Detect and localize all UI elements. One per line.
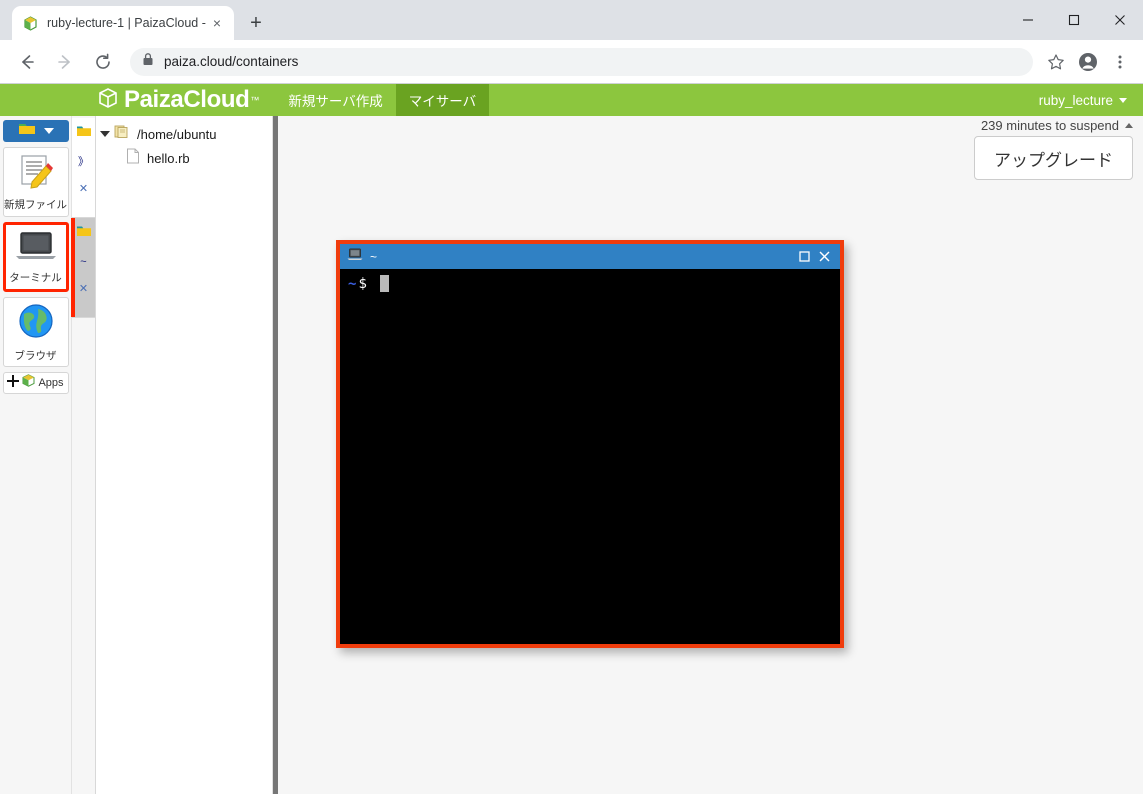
user-menu[interactable]: ruby_lecture — [1039, 93, 1127, 108]
apps-box-icon — [21, 373, 36, 393]
upgrade-button-label: アップグレード — [994, 150, 1113, 170]
new-file-icon — [16, 152, 56, 195]
maximize-icon[interactable] — [794, 246, 814, 268]
terminal-prompt-line: ~ $ — [348, 275, 840, 292]
paiza-logo-text: PaizaCloud — [124, 86, 250, 113]
sidebar-icon-bar: 新規ファイル ターミナル ブラウザ Apps — [0, 116, 72, 794]
rail-tab-title: ~ — [80, 256, 87, 268]
window-controls — [1005, 0, 1143, 40]
chevron-up-icon[interactable] — [1125, 123, 1133, 128]
paiza-nav: 新規サーバ作成 マイサーバ — [275, 84, 490, 116]
terminal-prompt-path: ~ — [348, 275, 357, 292]
plus-icon — [7, 374, 20, 392]
back-icon[interactable] — [11, 46, 43, 78]
folder-icon — [76, 124, 92, 143]
close-icon[interactable] — [814, 246, 834, 268]
browser-tab[interactable]: ruby-lecture-1 | PaizaCloud - Inst × — [12, 6, 234, 40]
laptop-icon — [347, 248, 363, 266]
suspend-status-label: 239 minutes to suspend — [980, 118, 1119, 133]
terminal-laptop-icon — [14, 229, 58, 268]
user-menu-label: ruby_lecture — [1038, 92, 1113, 108]
folder-icon — [76, 224, 92, 243]
browser-tab-title: ruby-lecture-1 | PaizaCloud - Inst — [47, 16, 208, 30]
sidebar-item-label: 新規ファイル — [4, 199, 67, 211]
upgrade-button[interactable]: アップグレード — [974, 136, 1133, 180]
terminal-prompt-symbol: $ — [358, 275, 367, 292]
nav-item-new-server[interactable]: 新規サーバ作成 — [275, 84, 395, 116]
browser-titlebar: ruby-lecture-1 | PaizaCloud - Inst × + — [0, 0, 1143, 40]
paiza-header: PaizaCloud ™ 新規サーバ作成 マイサーバ ruby_lecture — [0, 84, 1143, 116]
rail-tab-terminal[interactable]: ~ ✕ — [71, 218, 95, 318]
forward-icon[interactable] — [49, 46, 81, 78]
minimize-icon[interactable] — [1005, 0, 1051, 40]
apps-button[interactable]: Apps — [2, 372, 69, 394]
paiza-logo[interactable]: PaizaCloud ™ — [97, 86, 259, 115]
sidebar-item-label: ターミナル — [9, 272, 62, 284]
file-tree-item-label: hello.rb — [147, 150, 190, 166]
sidebar-item-browser[interactable]: ブラウザ — [2, 297, 69, 367]
terminal-titlebar[interactable]: ~ — [340, 244, 840, 269]
address-bar[interactable]: paiza.cloud/containers — [130, 47, 1033, 76]
file-tree-root-label: /home/ubuntu — [137, 126, 217, 142]
apps-label: Apps — [38, 377, 64, 389]
maximize-icon[interactable] — [1051, 0, 1097, 40]
window-tab-rail: 》 ✕ ~ ✕ — [71, 116, 96, 794]
file-icon — [126, 148, 140, 169]
sidebar-item-label: ブラウザ — [14, 350, 57, 362]
app-body: 新規ファイル ターミナル ブラウザ Apps 》 ✕ ~ ✕ /home/ubu… — [0, 116, 1143, 794]
chevron-down-icon[interactable] — [100, 131, 110, 137]
file-tree-root[interactable]: /home/ubuntu — [96, 122, 272, 146]
new-folder-icon — [18, 121, 36, 141]
browser-globe-icon — [16, 301, 56, 346]
chevron-down-icon — [43, 122, 54, 140]
address-bar-url: paiza.cloud/containers — [164, 54, 299, 69]
rail-tab-files[interactable]: 》 ✕ — [72, 118, 95, 218]
terminal-title-text: ~ — [370, 249, 378, 264]
terminal-window[interactable]: ~ ~ $ — [336, 240, 844, 648]
trademark-symbol: ™ — [250, 95, 260, 105]
profile-avatar-icon[interactable] — [1073, 47, 1103, 77]
lock-icon — [142, 52, 154, 71]
paiza-box-icon — [22, 15, 39, 32]
rail-tab-title: 》 — [78, 156, 89, 168]
new-tab-button[interactable]: + — [242, 9, 270, 37]
browser-menu-icon[interactable] — [1105, 47, 1135, 77]
paiza-box-icon — [97, 86, 119, 115]
chevron-down-icon — [1119, 97, 1127, 103]
workspace-content: 239 minutes to suspend アップグレード ~ ~ $ — [278, 116, 1143, 794]
file-tree-panel: /home/ubuntu hello.rb — [96, 116, 273, 794]
close-icon[interactable]: × — [208, 14, 226, 32]
new-item-dropdown-button[interactable] — [2, 120, 69, 142]
sidebar-item-new-file[interactable]: 新規ファイル — [2, 147, 69, 217]
close-icon[interactable]: ✕ — [79, 182, 88, 195]
bookmark-star-icon[interactable] — [1041, 47, 1071, 77]
close-icon[interactable]: ✕ — [79, 282, 88, 295]
file-tree-item[interactable]: hello.rb — [96, 146, 272, 170]
folder-stack-icon — [114, 124, 130, 144]
close-icon[interactable] — [1097, 0, 1143, 40]
reload-icon[interactable] — [87, 46, 119, 78]
browser-toolbar: paiza.cloud/containers — [0, 40, 1143, 84]
suspend-status: 239 minutes to suspend — [981, 118, 1133, 133]
nav-item-my-server[interactable]: マイサーバ — [395, 84, 490, 116]
terminal-cursor — [379, 275, 389, 292]
sidebar-item-terminal[interactable]: ターミナル — [2, 222, 69, 292]
terminal-body[interactable]: ~ $ — [340, 269, 840, 644]
